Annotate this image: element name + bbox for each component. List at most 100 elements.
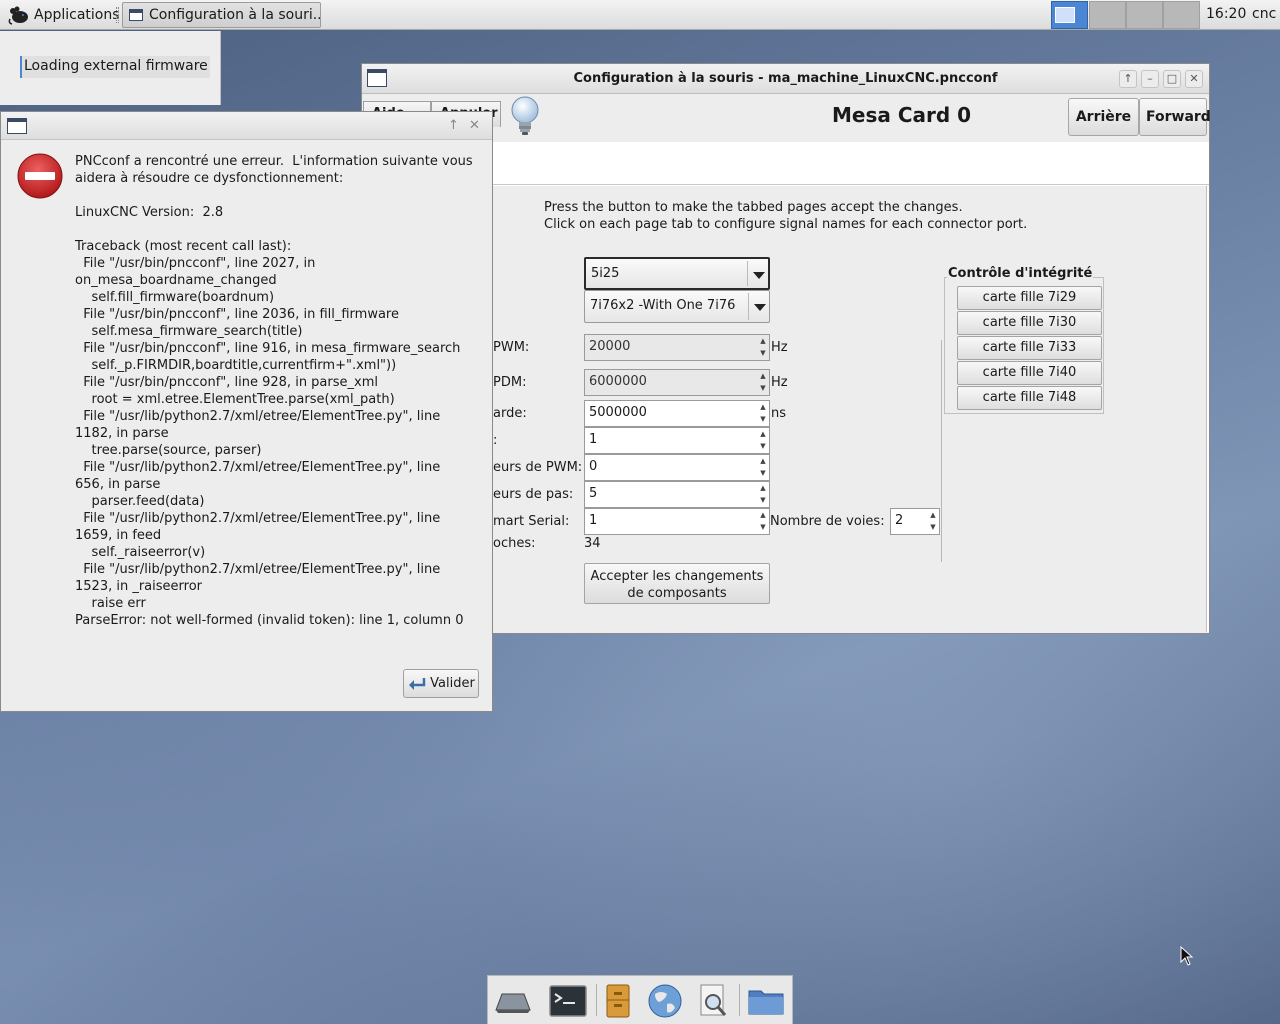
applications-menu-button[interactable]: Applications bbox=[2, 2, 126, 28]
window-menu-icon[interactable] bbox=[7, 118, 27, 134]
daughter-card-7i29-button[interactable]: carte fille 7i29 bbox=[957, 286, 1102, 310]
board-name-value: 5i25 bbox=[591, 266, 620, 281]
pwm-unit: Hz bbox=[771, 340, 788, 355]
taskbar-window-button[interactable]: Configuration à la souri... bbox=[122, 2, 321, 28]
encoders-label: : bbox=[493, 433, 498, 448]
shade-icon[interactable]: ↑ bbox=[1119, 70, 1137, 88]
return-arrow-icon bbox=[409, 677, 426, 690]
ok-label: Valider bbox=[430, 676, 475, 691]
pwm-freq-value: 20000 bbox=[589, 339, 631, 354]
close-icon[interactable]: ✕ bbox=[1185, 70, 1203, 88]
back-button[interactable]: Arrière bbox=[1068, 98, 1139, 136]
chevron-down-icon bbox=[748, 293, 769, 320]
dock-separator bbox=[739, 984, 740, 1016]
main-window-title: Configuration à la souris - ma_machine_L… bbox=[573, 71, 998, 86]
watchdog-label: arde: bbox=[493, 406, 527, 421]
pdm-freq-spinner[interactable]: 6000000 ▲ ▼ bbox=[584, 369, 770, 396]
watchdog-unit: ns bbox=[771, 406, 787, 421]
applications-label: Applications bbox=[34, 7, 120, 23]
close-icon[interactable]: ✕ bbox=[469, 118, 480, 133]
board-name-combo[interactable]: 5i25 bbox=[584, 257, 770, 290]
watchdog-value: 5000000 bbox=[589, 405, 647, 420]
accept-component-changes-button[interactable]: Accepter les changements de composants bbox=[584, 563, 770, 604]
terminal-icon[interactable] bbox=[548, 982, 588, 1020]
accept-label-line1: Accepter les changements bbox=[590, 569, 764, 584]
daughter-card-7i33-button[interactable]: carte fille 7i33 bbox=[957, 336, 1102, 360]
error-message: PNCconf a rencontré une erreur. L'inform… bbox=[75, 154, 473, 628]
sanity-check-title: Contrôle d'intégrité bbox=[947, 266, 1094, 281]
panel-user[interactable]: cnc bbox=[1252, 6, 1276, 22]
taskbar-window-label: Configuration à la souri... bbox=[149, 7, 321, 23]
daughter-card-7i40-button[interactable]: carte fille 7i40 bbox=[957, 361, 1102, 385]
daughter-card-7i30-button[interactable]: carte fille 7i30 bbox=[957, 311, 1102, 335]
accept-label-line2: de composants bbox=[627, 586, 727, 601]
loading-firmware-label: Loading external firmware bbox=[20, 56, 210, 78]
ok-button[interactable]: Valider bbox=[403, 669, 479, 698]
workspace-2[interactable] bbox=[1089, 1, 1126, 29]
pdm-freq-label: PDM: bbox=[493, 375, 527, 390]
chevron-down-icon bbox=[747, 261, 768, 286]
shade-icon[interactable]: ↑ bbox=[448, 118, 459, 133]
stepgens-spinner[interactable]: 5 ▲ ▼ bbox=[584, 481, 770, 508]
watchdog-spinner[interactable]: 5000000 ▲ ▼ bbox=[584, 400, 770, 427]
spinner-arrows-icon[interactable]: ▲ ▼ bbox=[757, 509, 769, 534]
spinner-arrows-icon[interactable]: ▲ ▼ bbox=[757, 428, 769, 453]
pwm-freq-spinner[interactable]: 20000 ▲ ▼ bbox=[584, 334, 770, 361]
spinner-arrows-icon[interactable]: ▲ ▼ bbox=[757, 401, 769, 426]
workspace-1[interactable] bbox=[1051, 1, 1088, 29]
pwm-generators-label: eurs de PWM: bbox=[493, 460, 583, 475]
stepgens-label: eurs de pas: bbox=[493, 487, 574, 502]
error-dialog: ↑ ✕ PNCconf a rencontré une erreur. L'in… bbox=[0, 111, 493, 712]
smart-serial-label: mart Serial: bbox=[493, 514, 570, 529]
window-icon bbox=[129, 9, 143, 21]
loading-popup: Loading external firmware bbox=[0, 31, 221, 105]
firmware-combo[interactable]: 7i76x2 -With One 7i76 bbox=[584, 290, 770, 323]
workspace-4[interactable] bbox=[1163, 1, 1200, 29]
spinner-arrows-icon[interactable]: ▲ ▼ bbox=[757, 482, 769, 507]
main-titlebar[interactable]: Configuration à la souris - ma_machine_L… bbox=[362, 64, 1209, 94]
spinner-arrows-icon[interactable]: ▲ ▼ bbox=[757, 455, 769, 480]
firmware-value: 7i76x2 -With One 7i76 bbox=[590, 298, 736, 313]
error-stop-icon bbox=[17, 153, 63, 199]
encoders-value: 1 bbox=[589, 432, 598, 447]
spinner-arrows-icon[interactable]: ▲ ▼ bbox=[757, 335, 769, 360]
stepgens-value: 5 bbox=[589, 486, 598, 501]
channels-spinner[interactable]: 2 ▲ ▼ bbox=[890, 508, 940, 535]
smart-serial-value: 1 bbox=[589, 513, 598, 528]
channels-value: 2 bbox=[895, 513, 904, 528]
channels-label: Nombre de voies: bbox=[770, 514, 885, 529]
smart-serial-spinner[interactable]: 1 ▲ ▼ bbox=[584, 508, 770, 535]
pwm-generators-spinner[interactable]: 0 ▲ ▼ bbox=[584, 454, 770, 481]
dock-separator bbox=[596, 984, 597, 1016]
forward-button[interactable]: Forward bbox=[1139, 98, 1211, 136]
instruction-line-2: Click on each page tab to configure sign… bbox=[544, 217, 1028, 232]
app-finder-icon[interactable] bbox=[693, 982, 733, 1020]
lightbulb-icon[interactable] bbox=[508, 94, 542, 140]
bottom-dock bbox=[487, 975, 793, 1024]
spinner-arrows-icon[interactable]: ▲ ▼ bbox=[757, 370, 769, 395]
error-titlebar[interactable]: ↑ ✕ bbox=[1, 112, 492, 140]
file-manager-icon[interactable] bbox=[598, 982, 638, 1020]
page-header: Mesa Card 0 bbox=[832, 103, 972, 127]
pins-value: 34 bbox=[584, 536, 601, 551]
show-desktop-icon[interactable] bbox=[492, 982, 532, 1020]
pwm-generators-value: 0 bbox=[589, 459, 598, 474]
vertical-separator bbox=[941, 340, 942, 562]
workspace-3[interactable] bbox=[1126, 1, 1163, 29]
daughter-card-7i48-button[interactable]: carte fille 7i48 bbox=[957, 386, 1102, 410]
web-browser-icon[interactable] bbox=[645, 982, 685, 1020]
pdm-unit: Hz bbox=[771, 375, 788, 390]
instruction-line-1: Press the button to make the tabbed page… bbox=[544, 200, 963, 215]
panel-clock[interactable]: 16:20 bbox=[1206, 6, 1246, 22]
spinner-arrows-icon[interactable]: ▲ ▼ bbox=[927, 509, 939, 534]
mouse-pointer-icon bbox=[1180, 946, 1194, 966]
folder-icon[interactable] bbox=[746, 982, 786, 1020]
encoders-spinner[interactable]: 1 ▲ ▼ bbox=[584, 427, 770, 454]
minimize-icon[interactable]: – bbox=[1141, 70, 1159, 88]
pins-label: oches: bbox=[493, 536, 536, 551]
pdm-freq-value: 6000000 bbox=[589, 374, 647, 389]
pwm-freq-label: PWM: bbox=[493, 340, 530, 355]
xfce-mouse-icon bbox=[8, 6, 28, 25]
top-panel: Applications Configuration à la souri...… bbox=[0, 0, 1280, 30]
maximize-icon[interactable]: □ bbox=[1163, 70, 1181, 88]
